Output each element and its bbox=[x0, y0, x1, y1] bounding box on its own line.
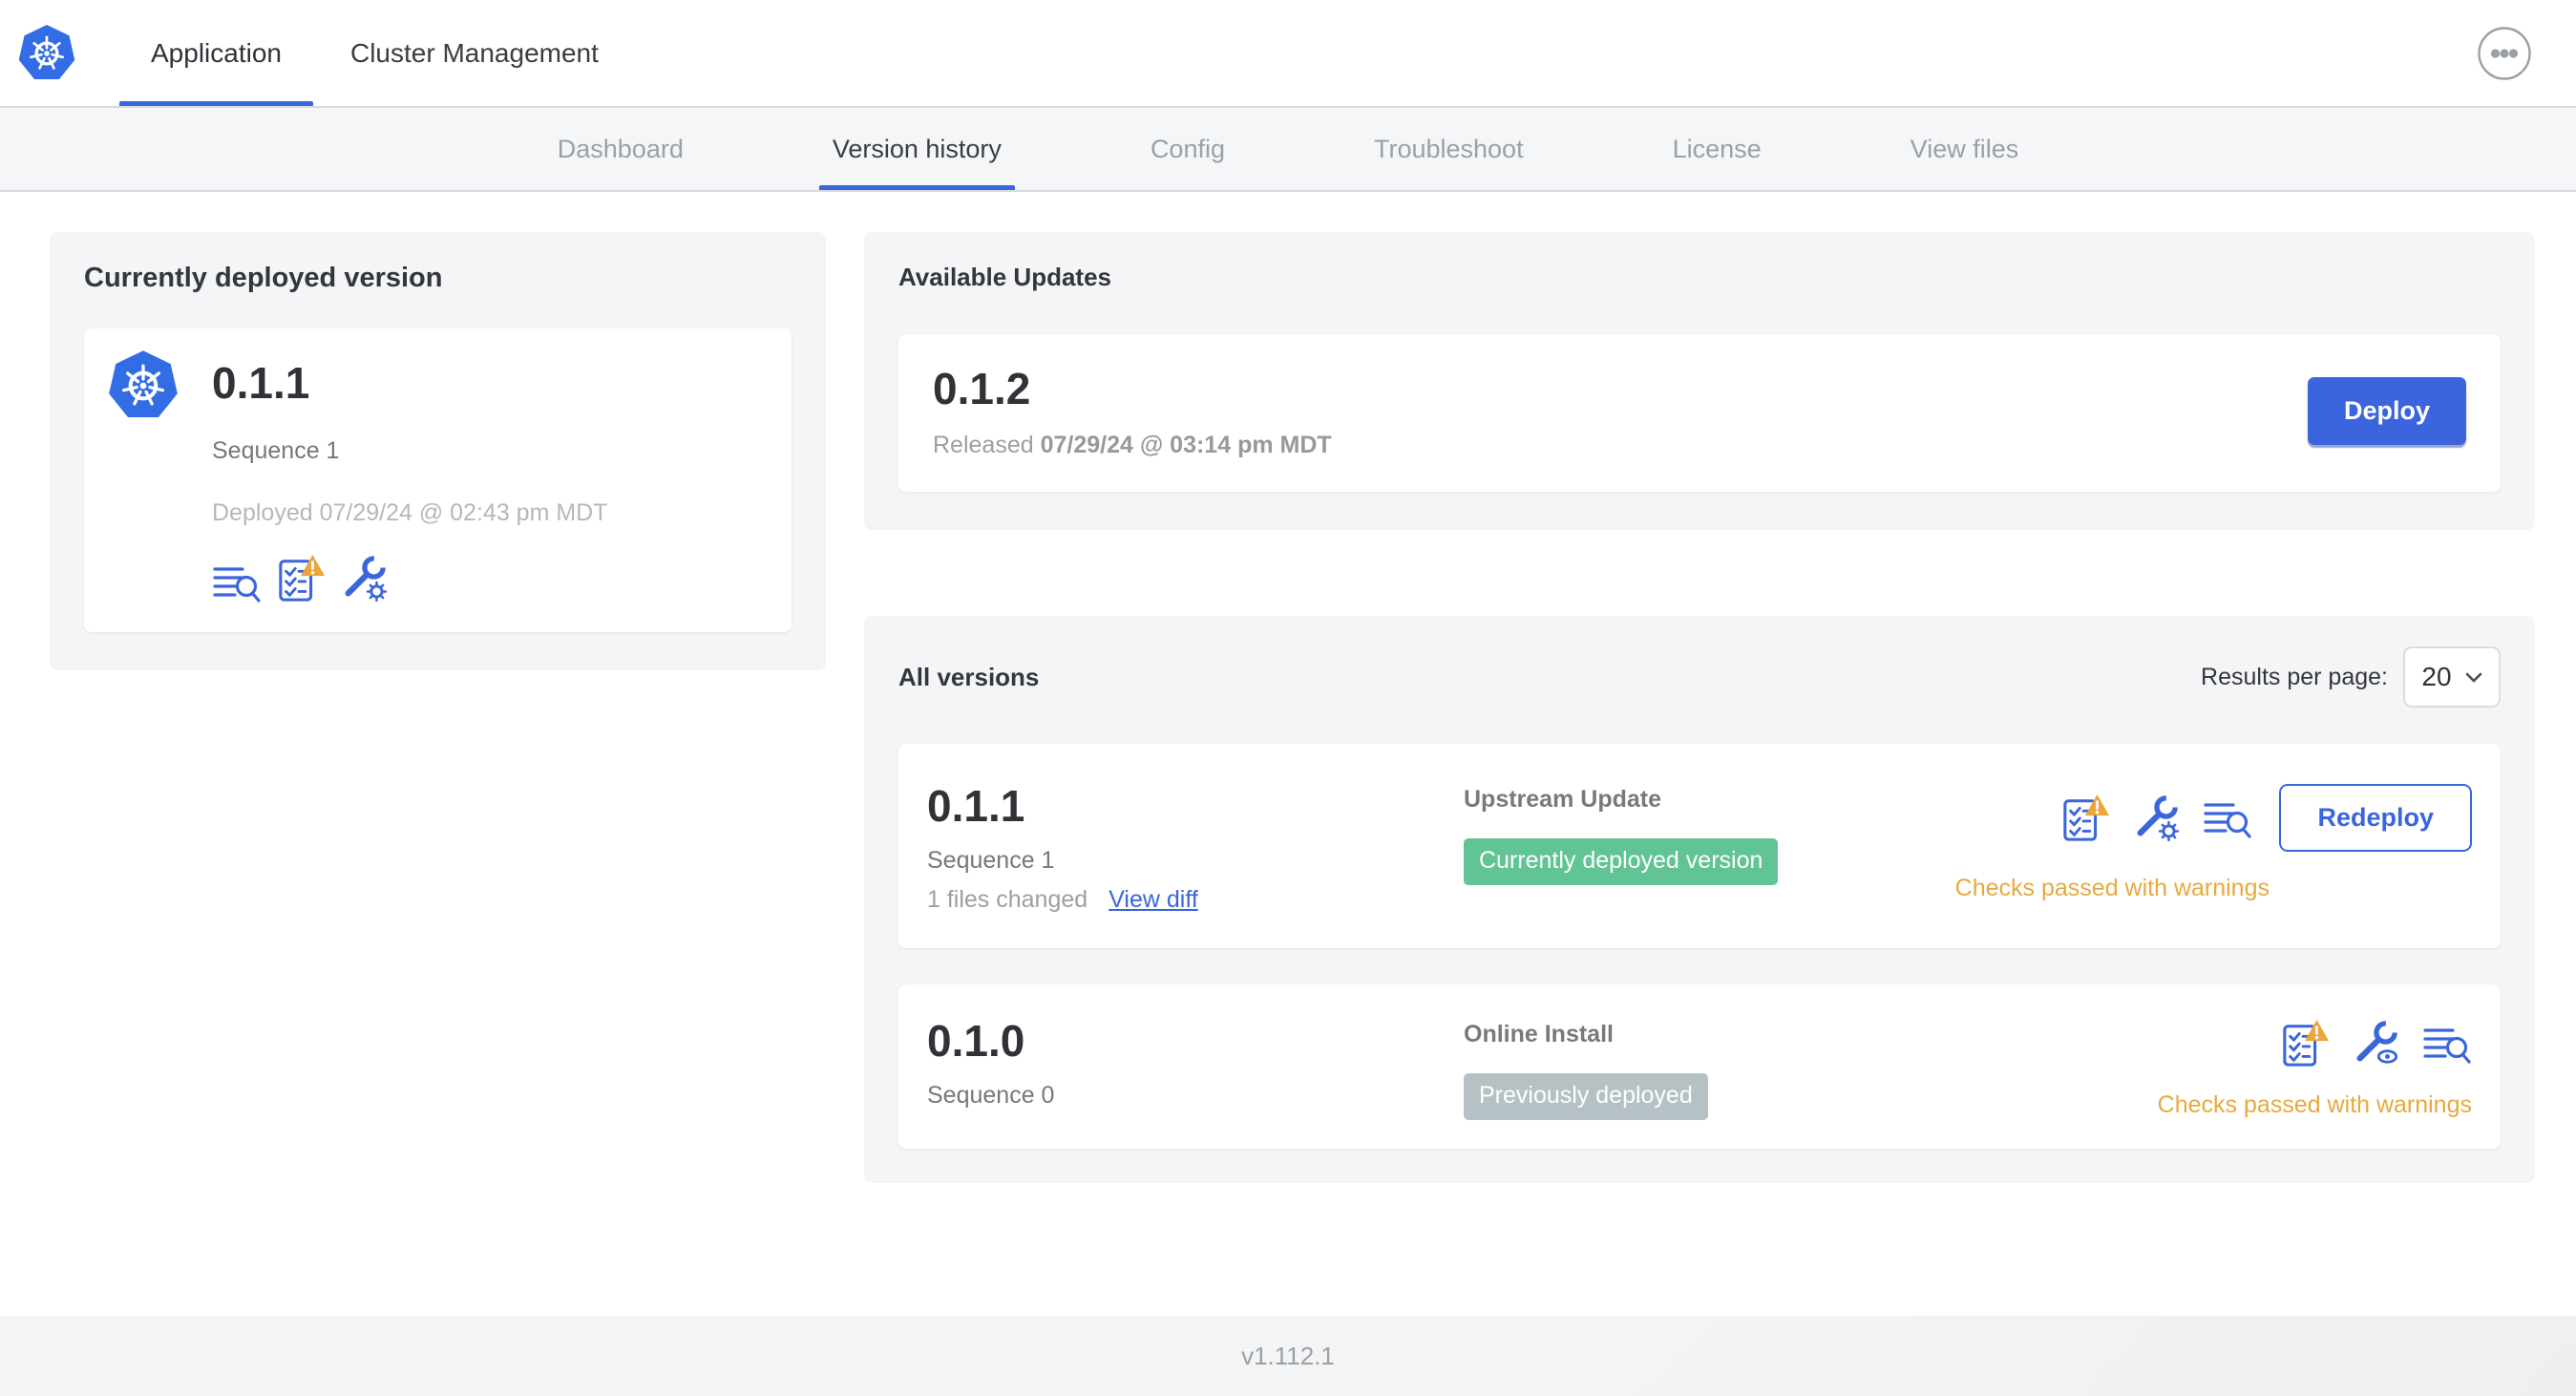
version-info: 0.1.1 Sequence 1 1 files changed View di… bbox=[927, 780, 1464, 914]
all-versions-card: All versions Results per page: 20 0.1.1 … bbox=[864, 616, 2535, 1183]
main-content: Currently deployed version 0.1.1 Sequenc… bbox=[0, 192, 2576, 1316]
ellipsis-icon bbox=[2478, 26, 2531, 80]
files-changed-line: 1 files changed View diff bbox=[927, 886, 1464, 914]
subnav-license[interactable]: License bbox=[1659, 108, 1775, 190]
subnav-config[interactable]: Config bbox=[1137, 108, 1238, 190]
results-per-page-value: 20 bbox=[2421, 662, 2452, 691]
status-badge: Currently deployed version bbox=[1464, 838, 1779, 885]
console-version: v1.112.1 bbox=[1241, 1341, 1335, 1370]
all-versions-title: All versions bbox=[898, 662, 1040, 691]
version-sequence: Sequence 0 bbox=[927, 1082, 1055, 1109]
subnav-config-label: Config bbox=[1150, 134, 1225, 163]
version-actions: Checks passed with warnings bbox=[2158, 1015, 2472, 1120]
results-per-page: Results per page: 20 bbox=[2201, 646, 2501, 708]
more-options-button[interactable] bbox=[2477, 26, 2532, 81]
version-number: 0.1.0 bbox=[927, 1016, 1025, 1066]
preflight-checks-warning-icon[interactable] bbox=[2061, 793, 2110, 843]
all-versions-header: All versions Results per page: 20 bbox=[898, 646, 2501, 708]
currently-deployed-title: Currently deployed version bbox=[84, 263, 443, 293]
deployed-sequence: Sequence 1 bbox=[212, 437, 340, 464]
results-per-page-select[interactable]: 20 bbox=[2403, 646, 2501, 708]
available-update-row: 0.1.2 Released 07/29/24 @ 03:14 pm MDT D… bbox=[898, 334, 2501, 492]
released-label: Released bbox=[933, 432, 1034, 458]
released-date: 07/29/24 @ 03:14 pm MDT bbox=[1040, 432, 1332, 458]
version-info: 0.1.0 Sequence 0 bbox=[927, 1015, 1464, 1120]
tab-application-label: Application bbox=[151, 37, 282, 68]
version-action-buttons: Redeploy bbox=[2061, 784, 2472, 852]
currently-deployed-details: 0.1.1 Sequence 1 Deployed 07/29/24 @ 02:… bbox=[212, 349, 608, 603]
subnav-view-files-label: View files bbox=[1910, 134, 2019, 163]
deployed-version-actions bbox=[212, 554, 608, 603]
kubernetes-logo-icon bbox=[17, 24, 76, 83]
version-number: 0.1.1 bbox=[927, 781, 1025, 831]
subnav-troubleshoot-label: Troubleshoot bbox=[1373, 134, 1524, 163]
subnav-troubleshoot[interactable]: Troubleshoot bbox=[1361, 108, 1537, 190]
preflight-checks-warning-icon[interactable] bbox=[2281, 1019, 2329, 1068]
version-status: Online Install Previously deployed bbox=[1464, 1015, 2158, 1120]
app-icon bbox=[107, 349, 179, 422]
available-updates-title: Available Updates bbox=[898, 263, 1112, 291]
app-header: Application Cluster Management bbox=[0, 0, 2576, 108]
tab-cluster-management[interactable]: Cluster Management bbox=[319, 0, 630, 106]
deployed-version-number: 0.1.1 bbox=[212, 358, 310, 408]
app-subnav: Dashboard Version history Config Trouble… bbox=[0, 108, 2576, 192]
config-gear-icon[interactable] bbox=[340, 554, 388, 603]
subnav-view-files[interactable]: View files bbox=[1897, 108, 2033, 190]
active-subnav-underline bbox=[818, 185, 1015, 190]
currently-deployed-version-card: 0.1.1 Sequence 1 Deployed 07/29/24 @ 02:… bbox=[84, 328, 792, 632]
files-changed-label: 1 files changed bbox=[927, 886, 1088, 913]
version-row-0-1-1: 0.1.1 Sequence 1 1 files changed View di… bbox=[898, 744, 2501, 948]
results-per-page-label: Results per page: bbox=[2201, 663, 2388, 690]
version-status: Upstream Update Currently deployed versi… bbox=[1464, 780, 1955, 914]
chevron-down-icon bbox=[2465, 672, 2481, 683]
subnav-license-label: License bbox=[1672, 134, 1762, 163]
logs-icon[interactable] bbox=[212, 561, 262, 603]
version-action-buttons bbox=[2281, 1019, 2472, 1068]
version-row-0-1-0: 0.1.0 Sequence 0 Online Install Previous… bbox=[898, 984, 2501, 1149]
update-released-line: Released 07/29/24 @ 03:14 pm MDT bbox=[933, 432, 1332, 459]
config-gear-icon[interactable] bbox=[2132, 793, 2180, 843]
available-update-info: 0.1.2 Released 07/29/24 @ 03:14 pm MDT bbox=[933, 363, 1332, 459]
subnav-version-history-label: Version history bbox=[832, 134, 1002, 163]
redeploy-button[interactable]: Redeploy bbox=[2279, 784, 2472, 852]
subnav-version-history[interactable]: Version history bbox=[818, 108, 1015, 190]
update-version-number: 0.1.2 bbox=[933, 364, 1031, 413]
available-updates-card: Available Updates 0.1.2 Released 07/29/2… bbox=[864, 232, 2535, 530]
subnav-dashboard-label: Dashboard bbox=[557, 134, 684, 163]
config-view-icon[interactable] bbox=[2352, 1019, 2399, 1068]
version-source: Upstream Update bbox=[1464, 786, 1661, 813]
deployed-timestamp: Deployed 07/29/24 @ 02:43 pm MDT bbox=[212, 499, 608, 526]
version-actions: Redeploy Checks passed with warnings bbox=[1955, 780, 2472, 914]
active-tab-underline bbox=[119, 101, 313, 106]
app-tabs: Application Cluster Management bbox=[119, 0, 630, 106]
checks-status-text: Checks passed with warnings bbox=[1954, 875, 2270, 901]
logs-icon[interactable] bbox=[2422, 1023, 2472, 1065]
tab-cluster-management-label: Cluster Management bbox=[349, 37, 599, 68]
currently-deployed-card: Currently deployed version 0.1.1 Sequenc… bbox=[50, 232, 826, 670]
version-sequence: Sequence 1 bbox=[927, 847, 1055, 874]
deploy-button[interactable]: Deploy bbox=[2307, 377, 2466, 445]
left-column: Currently deployed version 0.1.1 Sequenc… bbox=[50, 232, 826, 670]
tab-application[interactable]: Application bbox=[119, 0, 313, 106]
checks-status-text: Checks passed with warnings bbox=[2157, 1091, 2472, 1118]
view-diff-link[interactable]: View diff bbox=[1109, 886, 1198, 914]
preflight-checks-warning-icon[interactable] bbox=[277, 554, 325, 603]
subnav-dashboard[interactable]: Dashboard bbox=[544, 108, 697, 190]
right-column: Available Updates 0.1.2 Released 07/29/2… bbox=[864, 232, 2535, 1183]
version-source: Online Install bbox=[1464, 1021, 1614, 1047]
status-badge: Previously deployed bbox=[1464, 1073, 1708, 1120]
logs-icon[interactable] bbox=[2203, 797, 2252, 839]
admin-console: Application Cluster Management Dashboard… bbox=[0, 0, 2576, 1396]
app-footer: v1.112.1 bbox=[0, 1316, 2576, 1396]
